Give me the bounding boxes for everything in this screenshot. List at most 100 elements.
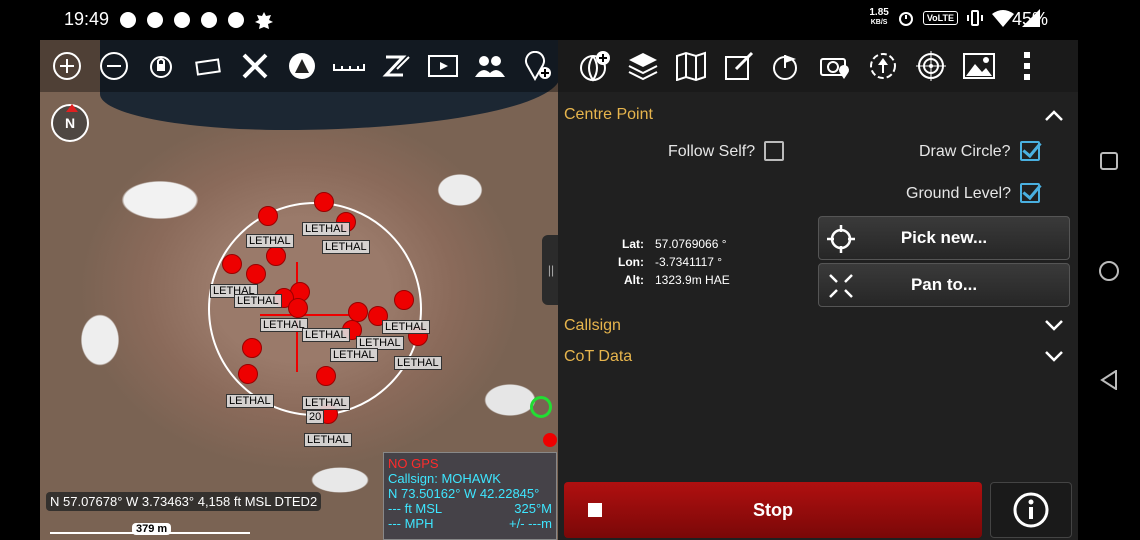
status-bar: 19:49 1.85 KB/S VoLTE 45% — [0, 0, 1140, 40]
marker-label: LETHAL — [304, 433, 352, 447]
lon-value: -3.7341117 ° — [655, 255, 723, 269]
add-point-button[interactable] — [517, 45, 558, 87]
hostile-marker[interactable] — [316, 366, 336, 386]
marker-label: LETHAL — [322, 240, 370, 254]
map-button[interactable] — [672, 46, 710, 86]
panel-resize-handle[interactable]: || — [542, 235, 558, 305]
hostile-marker[interactable] — [394, 290, 414, 310]
image-button[interactable] — [960, 46, 998, 86]
marker-label: LETHAL — [246, 234, 294, 248]
follow-self-label: Follow Self? — [668, 143, 756, 160]
stop-icon — [588, 503, 602, 517]
map-toolbar — [40, 40, 558, 92]
scale-label: 379 m — [132, 523, 172, 535]
marker-label: LETHAL — [234, 294, 282, 308]
chevron-down-icon[interactable] — [1044, 319, 1064, 333]
ruler-icon — [333, 64, 366, 71]
ground-level-checkbox[interactable] — [1020, 183, 1040, 203]
hostile-marker[interactable] — [246, 264, 266, 284]
globe-plus-icon — [580, 51, 610, 82]
self-location-icon[interactable] — [530, 396, 552, 418]
map-icon — [676, 51, 706, 81]
contacts-button[interactable] — [470, 45, 511, 87]
wifi-icon — [992, 10, 1014, 27]
marker-label: LETHAL — [382, 320, 430, 334]
lock-position-button[interactable] — [140, 45, 181, 87]
android-nav-bar — [1078, 40, 1140, 540]
recent-apps-icon[interactable] — [1100, 152, 1118, 170]
hostile-marker[interactable] — [238, 364, 258, 384]
panel-toolbar — [558, 40, 1078, 92]
lat-label: Lat: — [622, 237, 644, 251]
hostile-marker[interactable] — [266, 246, 286, 266]
hostile-marker[interactable] — [258, 206, 278, 226]
self-position: N 73.50162° W 42.22845° — [388, 486, 540, 501]
overflow-menu-button[interactable] — [1008, 46, 1046, 86]
centre-point-header[interactable]: Centre Point — [564, 106, 653, 124]
route-button[interactable] — [768, 46, 806, 86]
hostile-marker[interactable] — [348, 302, 368, 322]
chevron-down-icon[interactable] — [1044, 350, 1064, 364]
camera-location-icon — [820, 58, 849, 79]
self-info-panel[interactable]: NO GPS Callsign: MOHAWK N 73.50162° W 42… — [383, 452, 557, 540]
erase-button[interactable] — [187, 45, 228, 87]
callsign-header[interactable]: Callsign — [564, 317, 621, 335]
target-icon — [916, 51, 946, 81]
hostile-marker[interactable] — [288, 298, 308, 318]
self-accuracy: +/- ---m — [509, 516, 552, 531]
zoom-in-button[interactable] — [46, 45, 87, 87]
target-button[interactable] — [912, 46, 950, 86]
back-icon[interactable] — [1100, 370, 1118, 390]
marker-label: LETHAL — [302, 396, 350, 410]
layers-icon — [628, 53, 658, 81]
camera-location-button[interactable] — [816, 46, 854, 86]
stop-label: Stop — [753, 499, 793, 520]
zoom-in-icon — [52, 52, 81, 80]
north-compass-button[interactable]: N — [51, 104, 89, 142]
alt-label: Alt: — [624, 273, 644, 287]
stop-button[interactable]: Stop — [564, 482, 982, 538]
info-button[interactable] — [990, 482, 1072, 538]
cursor-coordinates: N 57.07678° W 3.73463° 4,158 ft MSL DTED… — [46, 492, 322, 511]
record-indicator-icon — [543, 433, 557, 447]
hostile-marker[interactable] — [242, 338, 262, 358]
add-overlay-button[interactable] — [576, 46, 614, 86]
ground-level-label: Ground Level? — [906, 185, 1011, 202]
z-arrow-icon — [382, 55, 410, 77]
group-icon — [475, 56, 506, 77]
map-view[interactable]: N LETHAL LETHAL LETHAL LETHAL LETHAL LET… — [40, 40, 558, 540]
image-icon — [963, 53, 995, 79]
marker-label: LETHAL — [302, 328, 350, 342]
lock-crosshair-icon — [149, 56, 172, 78]
cot-data-header[interactable]: CoT Data — [564, 348, 632, 366]
measure-button[interactable] — [329, 45, 370, 87]
video-button[interactable] — [423, 45, 464, 87]
close-tool-button[interactable] — [234, 45, 275, 87]
hostile-marker[interactable] — [222, 254, 242, 274]
self-speed: --- MPH — [388, 516, 434, 531]
pan-to-label: Pan to... — [910, 275, 978, 294]
marker-label: LETHAL — [260, 318, 308, 332]
pick-new-button[interactable]: Pick new... — [818, 216, 1070, 260]
chevron-up-icon[interactable] — [1044, 108, 1064, 122]
details-panel: Centre Point Follow Self? Draw Circle? G… — [558, 40, 1078, 540]
zoom-out-button[interactable] — [93, 45, 134, 87]
hostile-marker[interactable] — [314, 192, 334, 212]
lon-label: Lon: — [618, 255, 644, 269]
marker-label: LETHAL — [330, 348, 378, 362]
draw-circle-checkbox[interactable] — [1020, 141, 1040, 161]
notification-icons — [120, 12, 273, 30]
settings-badge-icon — [255, 12, 273, 29]
z-tool-button[interactable] — [376, 45, 417, 87]
sync-button[interactable] — [864, 46, 902, 86]
video-play-icon — [428, 55, 459, 77]
follow-self-checkbox[interactable] — [764, 141, 784, 161]
self-callsign: Callsign: MOHAWK — [388, 471, 501, 486]
notification-dot-icon — [228, 12, 244, 28]
route-flag-icon — [773, 55, 797, 80]
edit-button[interactable] — [720, 46, 758, 86]
hostile-tool-button[interactable] — [281, 45, 322, 87]
home-icon[interactable] — [1098, 260, 1120, 282]
pan-to-button[interactable]: Pan to... — [818, 263, 1070, 307]
layers-button[interactable] — [624, 46, 662, 86]
